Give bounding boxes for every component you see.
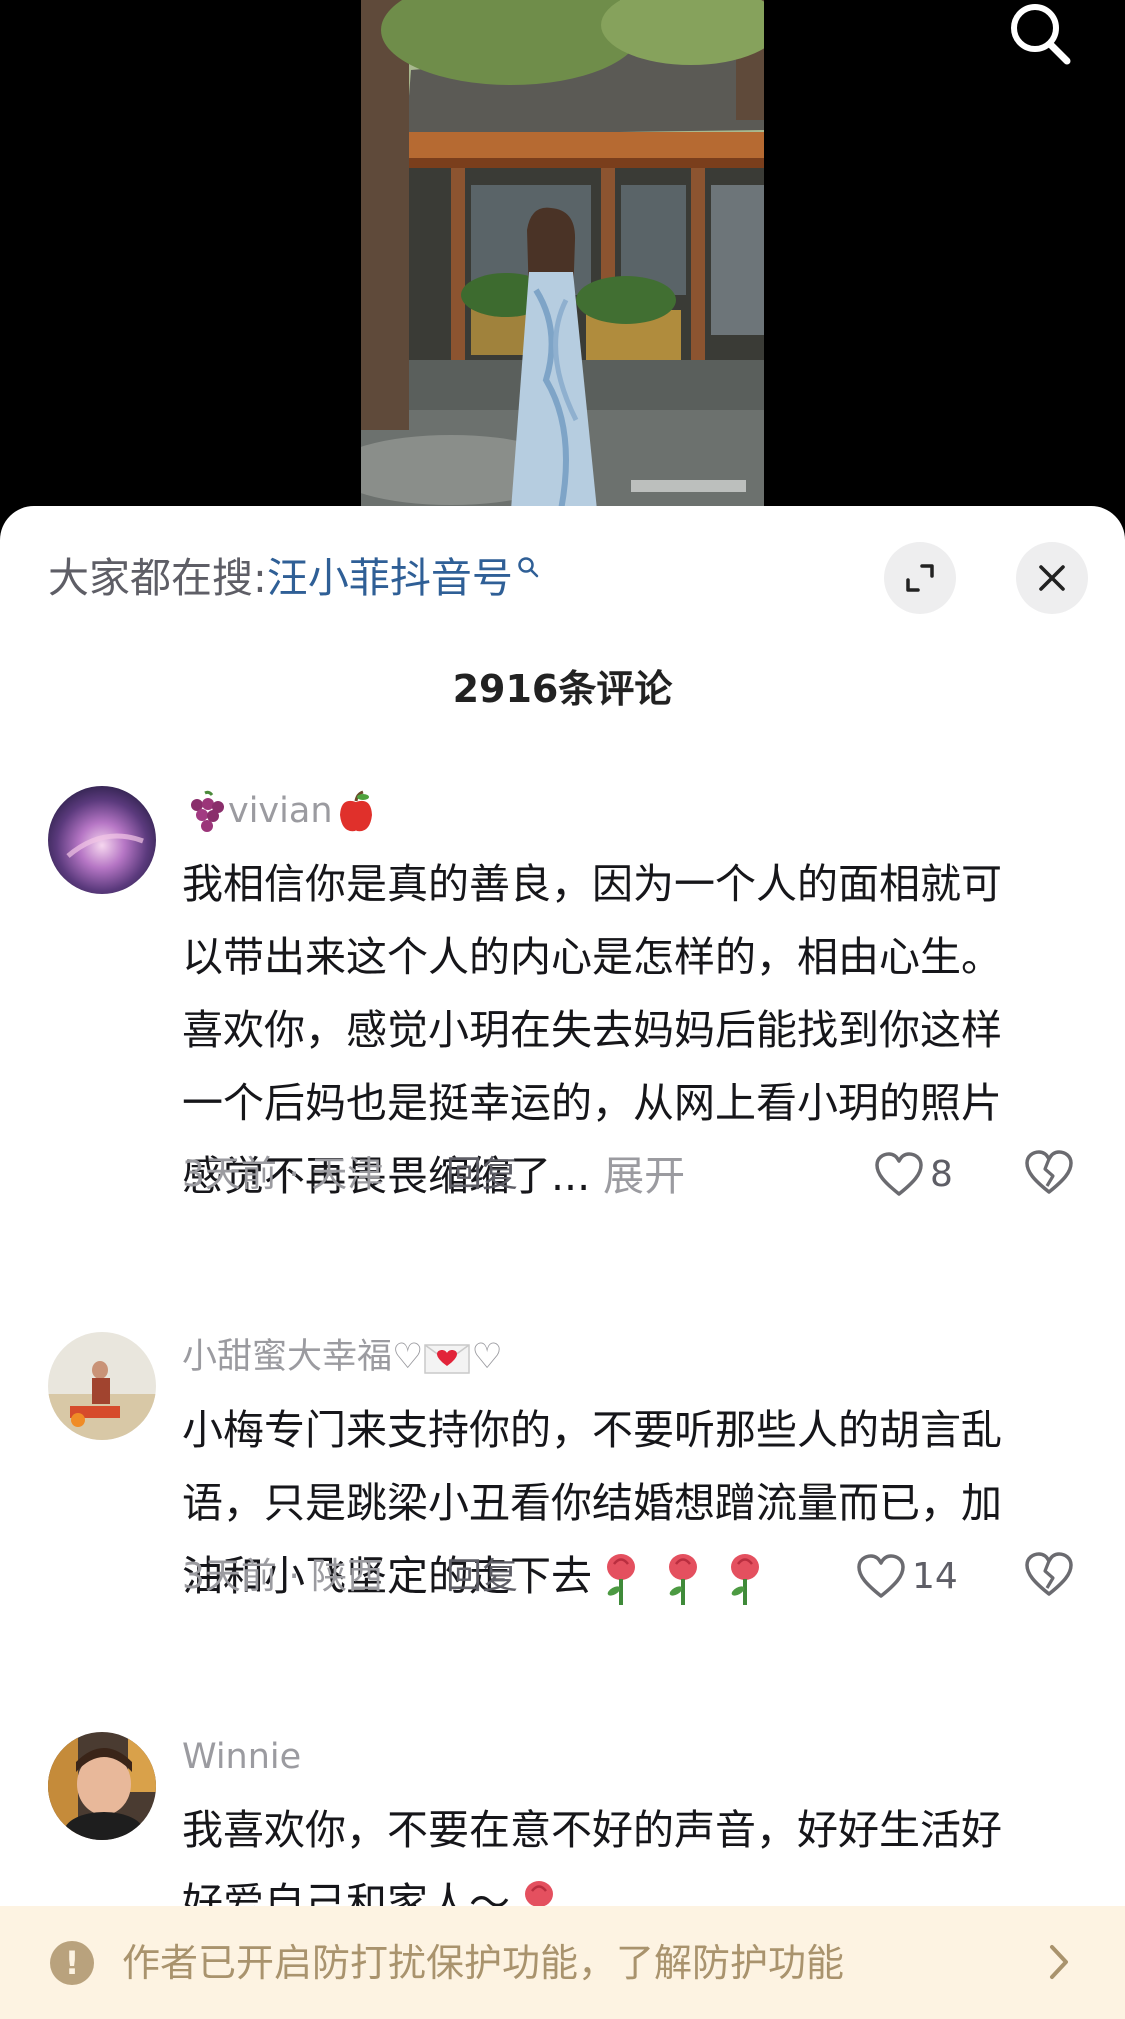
notice-text: 作者已开启防打扰保护功能，了解防护功能	[122, 1941, 845, 1985]
like-count: 14	[912, 1556, 958, 1597]
expand-comment-link[interactable]: 展开	[603, 1152, 685, 1200]
grape-emoji-icon	[191, 790, 224, 832]
video-thumbnail[interactable]	[361, 0, 764, 510]
galaxy-avatar-image	[48, 786, 156, 894]
comment-time-location: 3天前 · 陕西	[182, 1556, 384, 1597]
video-player[interactable]	[0, 0, 1125, 520]
comment-item: 小甜蜜大幸福♡ ♡ 小梅专门来支持你的，不要听那些人的胡言乱 语，只是跳梁小丑看…	[0, 1328, 1125, 1628]
hot-search-term[interactable]: 汪小菲抖音号	[267, 554, 513, 602]
comment-username-text: 小甜蜜大幸福♡	[182, 1337, 424, 1377]
dislike-button[interactable]	[1024, 1150, 1074, 1200]
hot-search-prefix: 大家都在搜:	[48, 554, 267, 602]
video-scene-image	[361, 0, 764, 510]
like-button[interactable]: 8	[874, 1150, 953, 1200]
avatar[interactable]	[48, 786, 156, 894]
comment-username-suffix: ♡	[471, 1337, 503, 1377]
like-button[interactable]: 14	[856, 1552, 958, 1602]
rose-emoji-icon	[654, 1551, 716, 1607]
hot-search-bar[interactable]: 大家都在搜:汪小菲抖音号	[48, 550, 539, 606]
broken-heart-icon	[1025, 1150, 1073, 1194]
comment-username[interactable]: vivian	[182, 786, 379, 836]
hot-search-icon	[518, 557, 539, 578]
comment-sheet: 大家都在搜:汪小菲抖音号 2916条评论 vivian 我相信你是真的善良，因为…	[0, 506, 1125, 2019]
dislike-button[interactable]	[1024, 1552, 1074, 1602]
love-letter-emoji-icon	[424, 1344, 471, 1374]
search-button[interactable]	[1005, 0, 1075, 70]
like-count: 8	[930, 1154, 953, 1195]
comment-username[interactable]: 小甜蜜大幸福♡ ♡	[182, 1332, 503, 1382]
comment-text-content: 我相信你是真的善良，因为一个人的面相就可 以带出来这个人的内心是怎样的，相由心生…	[182, 860, 1002, 1200]
broken-heart-icon	[1025, 1552, 1073, 1596]
heart-icon	[857, 1554, 905, 1598]
avatar[interactable]	[48, 1732, 156, 1840]
close-button[interactable]	[1016, 542, 1088, 614]
heart-icon	[875, 1152, 923, 1196]
comment-username[interactable]: Winnie	[182, 1732, 301, 1782]
apple-emoji-icon	[339, 790, 372, 832]
warning-icon: !	[50, 1941, 94, 1985]
comment-time-location: 3天前 · 天津	[182, 1154, 384, 1195]
reply-button[interactable]: 回复	[446, 1552, 518, 1602]
avatar[interactable]	[48, 1332, 156, 1440]
expand-icon	[906, 564, 934, 592]
user-photo-avatar-image	[48, 1732, 156, 1840]
rose-emoji-icon	[592, 1551, 654, 1607]
anti-harassment-notice[interactable]: ! 作者已开启防打扰保护功能，了解防护功能	[0, 1906, 1125, 2019]
comment-username-text: vivian	[228, 791, 333, 831]
expand-button[interactable]	[884, 542, 956, 614]
comment-count: 2916条评论	[452, 667, 673, 711]
chevron-right-icon	[1050, 1945, 1068, 1979]
comment-item: Winnie 我喜欢你，不要在意不好的声音，好好生活好 好爱自己和家人～	[0, 1728, 1125, 1932]
search-icon	[1011, 4, 1071, 65]
reply-button[interactable]: 回复	[446, 1150, 518, 1200]
comment-item: vivian 我相信你是真的善良，因为一个人的面相就可 以带出来这个人的内心是怎…	[0, 772, 1125, 1200]
user-photo-avatar-image	[48, 1332, 156, 1440]
rose-emoji-icon	[716, 1551, 778, 1607]
close-icon	[1039, 565, 1065, 591]
comment-sheet-header: 大家都在搜:汪小菲抖音号	[0, 506, 1125, 616]
